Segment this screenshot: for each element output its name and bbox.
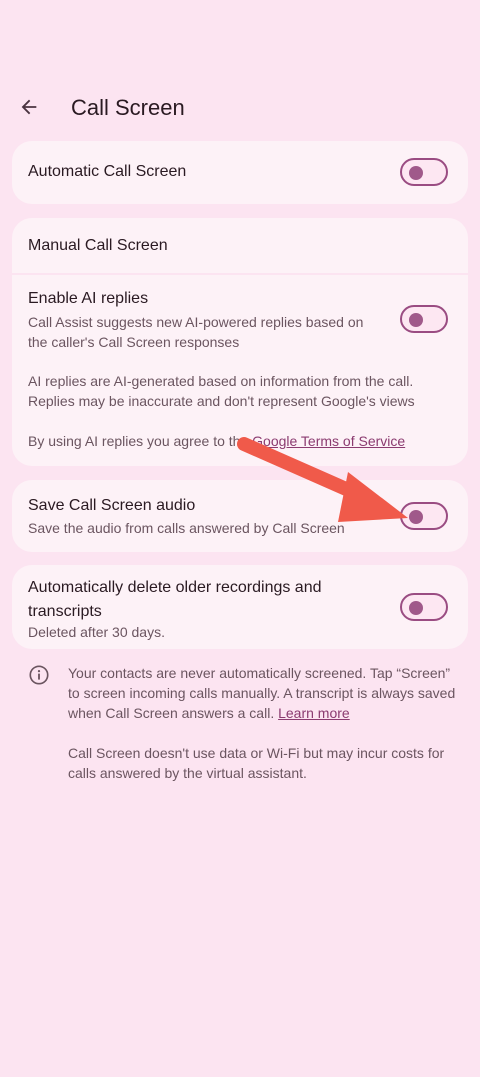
info-paragraph-1: Your contacts are never automatically sc…	[68, 665, 456, 721]
ai-replies-notice: AI replies are AI-generated based on inf…	[28, 373, 415, 409]
save-audio-description: Save the audio from calls answered by Ca…	[28, 520, 345, 536]
page-title: Call Screen	[71, 95, 185, 120]
manual-call-screen-group: Manual Call Screen Enable AI replies Cal…	[12, 218, 468, 466]
enable-ai-replies-row[interactable]: Enable AI replies Call Assist suggests n…	[12, 275, 468, 355]
ai-replies-terms: By using AI replies you agree to the Goo…	[28, 433, 406, 449]
toggle-knob	[409, 510, 423, 524]
auto-delete-toggle[interactable]	[400, 593, 448, 621]
toggle-knob	[409, 166, 423, 180]
toggle-knob	[409, 313, 423, 327]
save-audio-label: Save Call Screen audio	[28, 497, 196, 514]
learn-more-link[interactable]: Learn more	[278, 705, 350, 721]
automatic-call-screen-toggle[interactable]	[400, 158, 448, 186]
automatic-call-screen-row[interactable]: Automatic Call Screen	[12, 141, 468, 204]
auto-delete-description: Deleted after 30 days.	[28, 624, 165, 640]
save-audio-toggle[interactable]	[400, 502, 448, 530]
enable-ai-replies-toggle[interactable]	[400, 305, 448, 333]
info-paragraph-2: Call Screen doesn't use data or Wi-Fi bu…	[68, 745, 445, 781]
toggle-knob	[409, 601, 423, 615]
enable-ai-replies-label: Enable AI replies	[28, 290, 149, 307]
info-icon	[28, 664, 50, 686]
ai-replies-description: Call Assist suggests new AI-powered repl…	[28, 314, 364, 350]
save-call-screen-audio-row[interactable]: Save Call Screen audio Save the audio fr…	[12, 480, 468, 552]
manual-call-screen-header: Manual Call Screen	[28, 237, 168, 254]
arrow-back-icon	[21, 99, 37, 115]
auto-delete-label: Automatically delete older recordings an…	[28, 579, 322, 620]
auto-delete-row[interactable]: Automatically delete older recordings an…	[12, 565, 468, 649]
back-button[interactable]	[14, 92, 44, 122]
automatic-call-screen-label: Automatic Call Screen	[28, 163, 187, 180]
google-terms-of-service-link[interactable]: Google Terms of Service	[252, 433, 405, 449]
top-app-bar: Call Screen	[0, 84, 480, 132]
